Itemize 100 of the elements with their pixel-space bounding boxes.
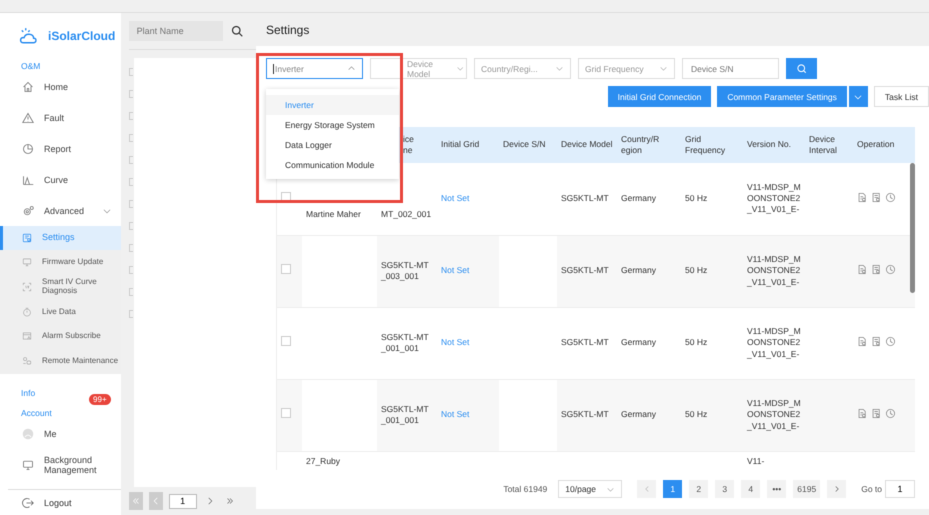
logout-icon [22,496,34,508]
section-title: O&M [21,61,40,71]
table-cell: V11-MDSP_MOONSTONE2_V11_V01_E- [747,254,801,287]
column-header: Grid Frequency [681,127,743,163]
table-cell: MT_002_001 [381,209,432,220]
page-button[interactable]: 6195 [793,480,820,498]
double-chevron-icon [224,496,235,506]
column-header: Version No. [743,127,805,163]
clock-icon [885,336,896,347]
not-set-link[interactable]: Not Set [441,337,470,348]
clock-icon [885,264,896,275]
table-cell: 27_Ruby [306,456,340,466]
settings-icon [22,233,32,243]
table-cell: SG5KTL-MT_001_001 [381,404,429,425]
document-search-icon [871,336,882,347]
pie-chart-icon [22,142,34,154]
logo-text: iSolarCloud [48,29,116,43]
avatar-icon [22,428,34,440]
column-header: Device Model [557,127,617,163]
page-size-select[interactable]: 10/page [558,480,622,498]
clock-icon [885,192,896,203]
home-icon [22,80,34,92]
next-page-button[interactable] [827,480,846,498]
dropdown-toggle-button[interactable] [848,86,868,107]
notification-badge: 99+ [89,394,111,405]
page-title: Settings [265,22,310,39]
common-parameter-button[interactable]: Common Parameter Settings [717,86,847,107]
clock-icon [885,408,896,419]
first-page-button[interactable] [128,492,143,510]
table-cell: SG5KTL-MT_001_001 [381,332,429,353]
monitor-icon [22,257,32,267]
monitor-icon [22,458,34,470]
table-cell: SG5KTL-MT [561,409,609,420]
column-header: Country/R egion [617,127,681,163]
search-button[interactable] [786,58,817,79]
document-search-icon [857,336,868,347]
table-cell: Germany [621,265,656,276]
table-cell: Martine Maher [306,209,361,220]
total-count: Total 61949 [503,484,548,494]
nav-item[interactable]: Live Data [0,300,121,324]
table-cell: Germany [621,409,656,420]
page-button[interactable]: ••• [767,480,786,498]
not-set-link[interactable]: Not Set [441,193,470,204]
device-sn-field[interactable]: Device S/N [682,58,779,79]
timer-icon [22,307,32,317]
table-cell: 50 Hz [685,337,708,348]
warning-icon [22,112,34,124]
nav-item[interactable]: Curve [0,164,121,195]
column-header: Initial Grid [437,127,499,163]
table-cell: SG5KTL-MT [561,265,609,276]
nav-item[interactable]: Firmware Update [0,250,121,274]
table-cell: SG5KTL-MT [561,193,609,204]
page-button[interactable]: 3 [715,480,734,498]
nav-item[interactable]: Alarm Subscribe [0,324,121,348]
column-header: Operation [853,127,915,163]
device-type-select[interactable]: Inverter [266,58,363,79]
nav-item[interactable]: Advanced [0,195,121,226]
document-search-icon [857,264,868,275]
previous-page-button[interactable] [637,480,656,498]
scan-frame-icon [22,282,32,292]
task-list-button[interactable]: Task List [874,86,929,107]
nav-item[interactable]: Home [0,71,121,102]
scrollbar-thumb[interactable] [910,163,915,293]
row-checkbox[interactable] [281,408,291,418]
nav-item[interactable]: Me [0,418,121,449]
row-checkbox[interactable] [281,264,291,274]
table-cell: SG5KTL-MT [561,337,609,348]
goto-label: Go to [861,484,882,494]
table-cell: Germany [621,193,656,204]
nav-item[interactable]: Fault [0,102,121,133]
table-cell: V11- [747,456,764,466]
table-cell: SG5KTL-MT_003_001 [381,260,429,281]
initial-grid-button[interactable]: Initial Grid Connection [608,86,712,107]
table-cell: 50 Hz [685,409,708,420]
plant-name-field[interactable]: Plant Name [128,21,223,41]
table-cell: 50 Hz [685,193,708,204]
table-cell: Germany [621,337,656,348]
page-button[interactable]: 4 [741,480,760,498]
document-search-icon [871,192,882,203]
table-cell: V11-MDSP_MOONSTONE2_V11_V01_E- [747,398,801,431]
nav-item[interactable]: Report [0,133,121,164]
page-field[interactable]: 1 [168,494,197,508]
cloud-sun-logo-icon [18,27,38,45]
column-header: Device S/N [499,127,557,163]
remote-devices-icon [22,356,32,366]
goto-field[interactable]: 1 [885,480,915,498]
table-cell: V11-MDSP_MOONSTONE2_V11_V01_E- [747,326,801,359]
page-button[interactable]: 2 [689,480,708,498]
curve-chart-icon [22,174,34,186]
logout-button[interactable]: Logout [8,489,121,515]
nav-item[interactable]: Background Management [0,449,121,480]
page-button[interactable]: 1 [663,480,682,498]
document-search-icon [871,408,882,419]
double-chevron-icon [130,496,141,506]
gear-icon [22,204,34,216]
row-checkbox[interactable] [281,336,291,346]
table-cell: V11-MDSP_MOONSTONE2_V11_V01_E- [747,182,801,214]
nav-item[interactable]: Remote Maintenance [0,348,121,374]
previous-page-button[interactable] [148,492,163,510]
nav-item[interactable]: Smart IV Curve Diagnosis [0,274,121,300]
